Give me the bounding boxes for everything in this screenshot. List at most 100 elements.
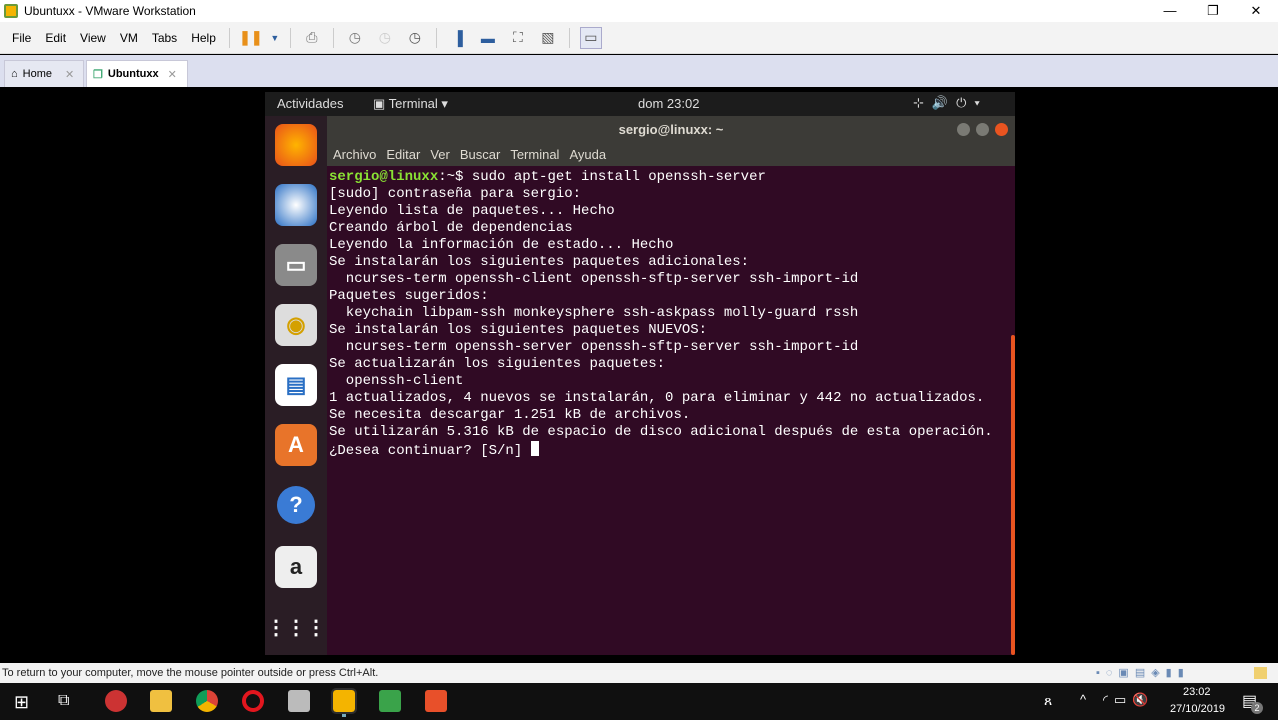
output-line: Se utilizarán 5.316 kB de espacio de dis… — [329, 424, 993, 440]
send-ctrl-alt-del-icon[interactable]: ⎙ — [301, 27, 323, 49]
output-line: Se actualizarán los siguientes paquetes: — [329, 356, 666, 372]
vm-display[interactable]: Actividades ▣ Terminal ▾ dom 23:02 ⊹🔊⏻▾ … — [0, 87, 1278, 663]
prompt-path: :~$ — [438, 169, 472, 185]
view-icon[interactable]: ▭ — [579, 26, 602, 49]
app-name: Terminal — [388, 96, 438, 111]
ubuntu-desktop: Actividades ▣ Terminal ▾ dom 23:02 ⊹🔊⏻▾ … — [265, 92, 1015, 655]
people-icon[interactable]: ጸ — [1044, 692, 1052, 709]
output-line: Paquetes sugeridos: — [329, 288, 489, 304]
app-menu[interactable]: ▣ Terminal ▾ — [373, 96, 448, 112]
firefox-icon[interactable] — [275, 124, 317, 166]
menu-view[interactable]: View — [73, 31, 113, 45]
close-tab-icon[interactable]: ✕ — [65, 68, 74, 81]
amazon-icon[interactable]: a — [275, 546, 317, 588]
menu-terminal[interactable]: Terminal — [510, 147, 559, 162]
tray-date[interactable]: 27/10/2019 — [1170, 703, 1225, 715]
software-icon[interactable]: A — [275, 424, 317, 466]
close-tab-icon[interactable]: ✕ — [168, 68, 177, 81]
close-icon[interactable] — [995, 123, 1008, 136]
restore-button[interactable]: ❐ — [1191, 0, 1235, 22]
chrome-icon[interactable] — [196, 690, 218, 712]
system-menu[interactable]: ⊹🔊⏻▾ — [913, 95, 988, 111]
device-icons[interactable]: ▪◌▣▤◈▮▮ — [1096, 663, 1190, 683]
tab-home[interactable]: ⌂ Home ✕ — [4, 60, 84, 87]
writer-icon[interactable]: ▤ — [275, 364, 317, 406]
library-icon[interactable]: ▐ — [447, 27, 469, 49]
pause-icon[interactable]: ❚❚ — [239, 27, 262, 49]
minimize-icon[interactable] — [957, 123, 970, 136]
chevron-up-icon[interactable]: ^ — [1080, 692, 1086, 707]
recorder-icon[interactable] — [425, 690, 447, 712]
help-icon[interactable]: ? — [277, 486, 315, 524]
menu-help[interactable]: Help — [184, 31, 223, 45]
terminal-output[interactable]: sergio@linuxx:~$ sudo apt-get install op… — [327, 166, 1015, 460]
tab-ubuntuxx[interactable]: ❐ Ubuntuxx ✕ — [86, 60, 188, 87]
window-titlebar: Ubuntuxx - VMware Workstation — ❐ ✕ — [0, 0, 1278, 22]
home-icon: ⌂ — [11, 68, 18, 80]
terminal-titlebar: sergio@linuxx: ~ — [327, 116, 1015, 143]
menu-editar[interactable]: Editar — [386, 147, 420, 162]
revert-snapshot-icon[interactable]: ◷ — [374, 27, 396, 49]
activities-button[interactable]: Actividades — [277, 96, 343, 111]
menu-file[interactable]: File — [5, 31, 38, 45]
tray-time[interactable]: 23:02 — [1183, 686, 1211, 698]
battery-icon[interactable]: ▭ — [1114, 692, 1132, 707]
close-button[interactable]: ✕ — [1234, 0, 1278, 22]
task-view-icon[interactable]: ⧉ — [58, 692, 69, 710]
minimize-button[interactable]: — — [1148, 0, 1192, 22]
opera-icon[interactable] — [242, 690, 264, 712]
maximize-icon[interactable] — [976, 123, 989, 136]
dock: ▭ ◉ ▤ A ? a ⋮⋮⋮ — [265, 116, 327, 655]
output-line: Se instalarán los siguientes paquetes ad… — [329, 254, 750, 270]
menu-vm[interactable]: VM — [113, 31, 145, 45]
menu-archivo[interactable]: Archivo — [333, 147, 376, 162]
menu-edit[interactable]: Edit — [38, 31, 73, 45]
menu-buscar[interactable]: Buscar — [460, 147, 500, 162]
wifi-icon[interactable]: ◜ — [1103, 692, 1114, 707]
command-line: sergio@linuxx:~$ sudo apt-get install op… — [329, 169, 1015, 186]
scrollbar[interactable] — [1011, 335, 1015, 655]
fullscreen-icon[interactable]: ⛶ — [507, 27, 529, 49]
output-line: 1 actualizados, 4 nuevos se instalarán, … — [329, 390, 985, 406]
console-view-icon[interactable]: ▬ — [477, 27, 499, 49]
rhythmbox-icon[interactable]: ◉ — [275, 304, 317, 346]
menu-tabs[interactable]: Tabs — [145, 31, 184, 45]
windows-start-icon[interactable]: ⊞ — [14, 692, 29, 713]
tab-bar: ⌂ Home ✕ ❐ Ubuntuxx ✕ — [0, 55, 1278, 87]
vmware-taskbar-icon[interactable] — [331, 688, 357, 714]
power-icon: ⏻ — [956, 95, 975, 110]
thunderbird-icon[interactable] — [275, 184, 317, 226]
camtasia-icon[interactable] — [379, 690, 401, 712]
app-icon[interactable] — [288, 690, 310, 712]
message-icon[interactable] — [1254, 667, 1267, 679]
output-line: Se instalarán los siguientes paquetes NU… — [329, 322, 708, 338]
terminal-window[interactable]: sergio@linuxx: ~ Archivo Editar Ver Busc… — [327, 116, 1015, 655]
output-line: Creando árbol de dependencias — [329, 220, 573, 236]
show-apps-icon[interactable]: ⋮⋮⋮ — [266, 606, 326, 648]
command: sudo apt-get install openssh-server — [471, 169, 766, 185]
clock[interactable]: dom 23:02 — [638, 96, 699, 111]
network-icon: ⊹ — [913, 95, 932, 110]
tab-label: Ubuntuxx — [107, 68, 159, 80]
files-icon[interactable]: ▭ — [275, 244, 317, 286]
mute-icon[interactable]: 🔇 — [1132, 692, 1154, 707]
unity-icon[interactable]: ▧ — [537, 27, 559, 49]
terminal-icon: ▣ — [373, 96, 389, 111]
volume-icon: 🔊 — [931, 95, 957, 110]
menu-ayuda[interactable]: Ayuda — [569, 147, 606, 162]
chevron-down-icon[interactable]: ▼ — [270, 27, 280, 49]
output-line: ncurses-term openssh-server openssh-sftp… — [329, 339, 859, 355]
app-icon[interactable] — [105, 690, 127, 712]
vmware-icon — [4, 4, 18, 18]
file-explorer-icon[interactable] — [150, 690, 172, 712]
window-title: Ubuntuxx - VMware Workstation — [24, 4, 196, 18]
prompt: sergio@linuxx — [329, 169, 439, 185]
gnome-top-bar: Actividades ▣ Terminal ▾ dom 23:02 ⊹🔊⏻▾ — [265, 92, 1015, 116]
status-text: To return to your computer, move the mou… — [2, 667, 379, 679]
snapshot-manager-icon[interactable]: ◷ — [404, 27, 426, 49]
vm-icon: ❐ — [93, 68, 103, 81]
tray-icons[interactable]: ◜▭🔇 — [1103, 692, 1155, 708]
menu-ver[interactable]: Ver — [430, 147, 450, 162]
output-line: ncurses-term openssh-client openssh-sftp… — [329, 271, 859, 287]
snapshot-icon[interactable]: ◷ — [344, 27, 366, 49]
